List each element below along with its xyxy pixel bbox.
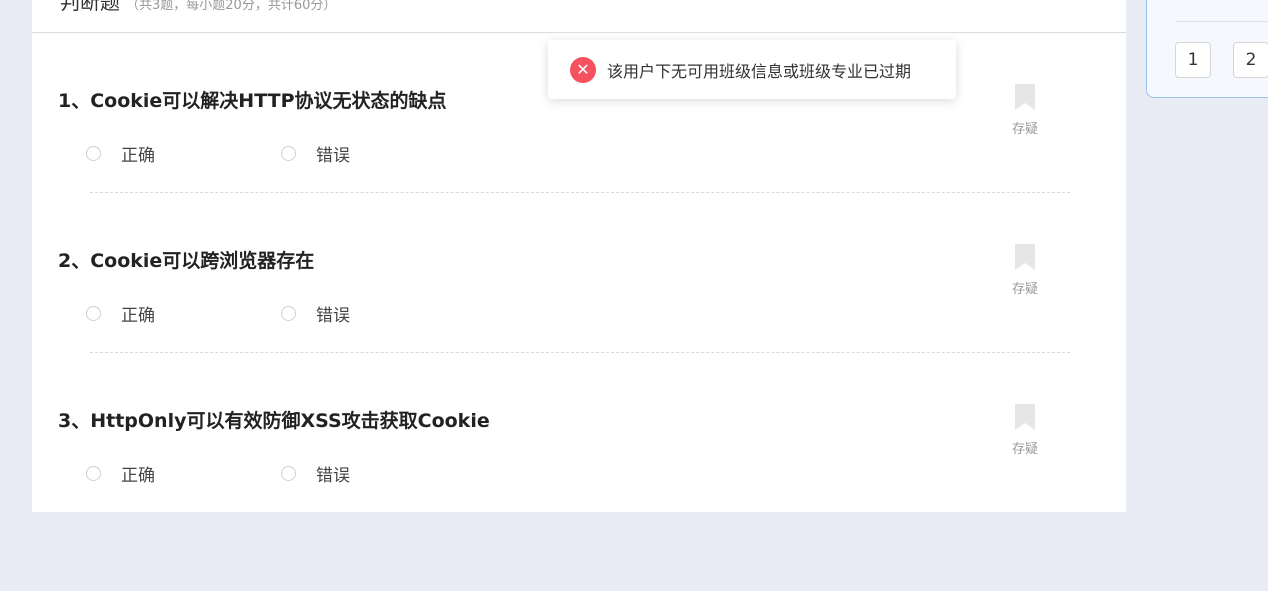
question-options: 正确 错误 <box>86 462 486 486</box>
section-title-text: 判断题 <box>60 0 120 14</box>
section-header: 判断题 （共3题，每小题20分，共计60分） <box>32 0 1126 33</box>
section-title: 判断题 （共3题，每小题20分，共计60分） <box>60 0 336 15</box>
question-options: 正确 错误 <box>86 142 486 166</box>
mark-doubt-label: 存疑 <box>1011 282 1038 297</box>
toast-message: 该用户下无可用班级信息或班级专业已过期 <box>607 61 912 81</box>
mark-doubt-button[interactable]: 存疑 <box>1010 84 1040 137</box>
option-label: 错误 <box>316 465 350 486</box>
question-divider <box>90 192 1070 193</box>
bookmark-icon <box>1015 84 1035 110</box>
option-label: 错误 <box>316 305 350 326</box>
question-options: 正确 错误 <box>86 302 486 326</box>
mark-doubt-button[interactable]: 存疑 <box>1010 404 1040 457</box>
option-label: 错误 <box>316 145 350 166</box>
option-label: 正确 <box>121 305 155 326</box>
error-circle-icon: ✕ <box>570 56 596 83</box>
radio-button[interactable] <box>281 145 296 161</box>
radio-button[interactable] <box>86 145 101 161</box>
radio-button[interactable] <box>86 465 101 481</box>
question-title: 1、Cookie可以解决HTTP协议无状态的缺点 <box>58 90 447 112</box>
answer-card-panel: 1 2 <box>1146 0 1268 98</box>
option-false[interactable]: 错误 <box>281 142 350 166</box>
answer-card-item-1[interactable]: 1 <box>1175 42 1211 78</box>
radio-button[interactable] <box>86 305 101 321</box>
option-true[interactable]: 正确 <box>86 462 155 486</box>
option-label: 正确 <box>121 465 155 486</box>
radio-button[interactable] <box>281 465 296 481</box>
error-toast: ✕ 该用户下无可用班级信息或班级专业已过期 <box>548 40 956 99</box>
option-true[interactable]: 正确 <box>86 142 155 166</box>
answer-card-item-2[interactable]: 2 <box>1233 42 1268 78</box>
mark-doubt-label: 存疑 <box>1011 442 1038 457</box>
mark-doubt-button[interactable]: 存疑 <box>1010 244 1040 297</box>
option-label: 正确 <box>121 145 155 166</box>
bookmark-icon <box>1015 404 1035 430</box>
bookmark-icon <box>1015 244 1035 270</box>
question-title: 2、Cookie可以跨浏览器存在 <box>58 250 315 272</box>
question-divider <box>90 352 1070 353</box>
mark-doubt-label: 存疑 <box>1011 122 1038 137</box>
option-false[interactable]: 错误 <box>281 302 350 326</box>
radio-button[interactable] <box>281 305 296 321</box>
question-title: 3、HttpOnly可以有效防御XSS攻击获取Cookie <box>58 410 490 432</box>
option-false[interactable]: 错误 <box>281 462 350 486</box>
option-true[interactable]: 正确 <box>86 302 155 326</box>
answer-card-divider <box>1175 21 1268 22</box>
section-meta: （共3题，每小题20分，共计60分） <box>126 0 337 13</box>
